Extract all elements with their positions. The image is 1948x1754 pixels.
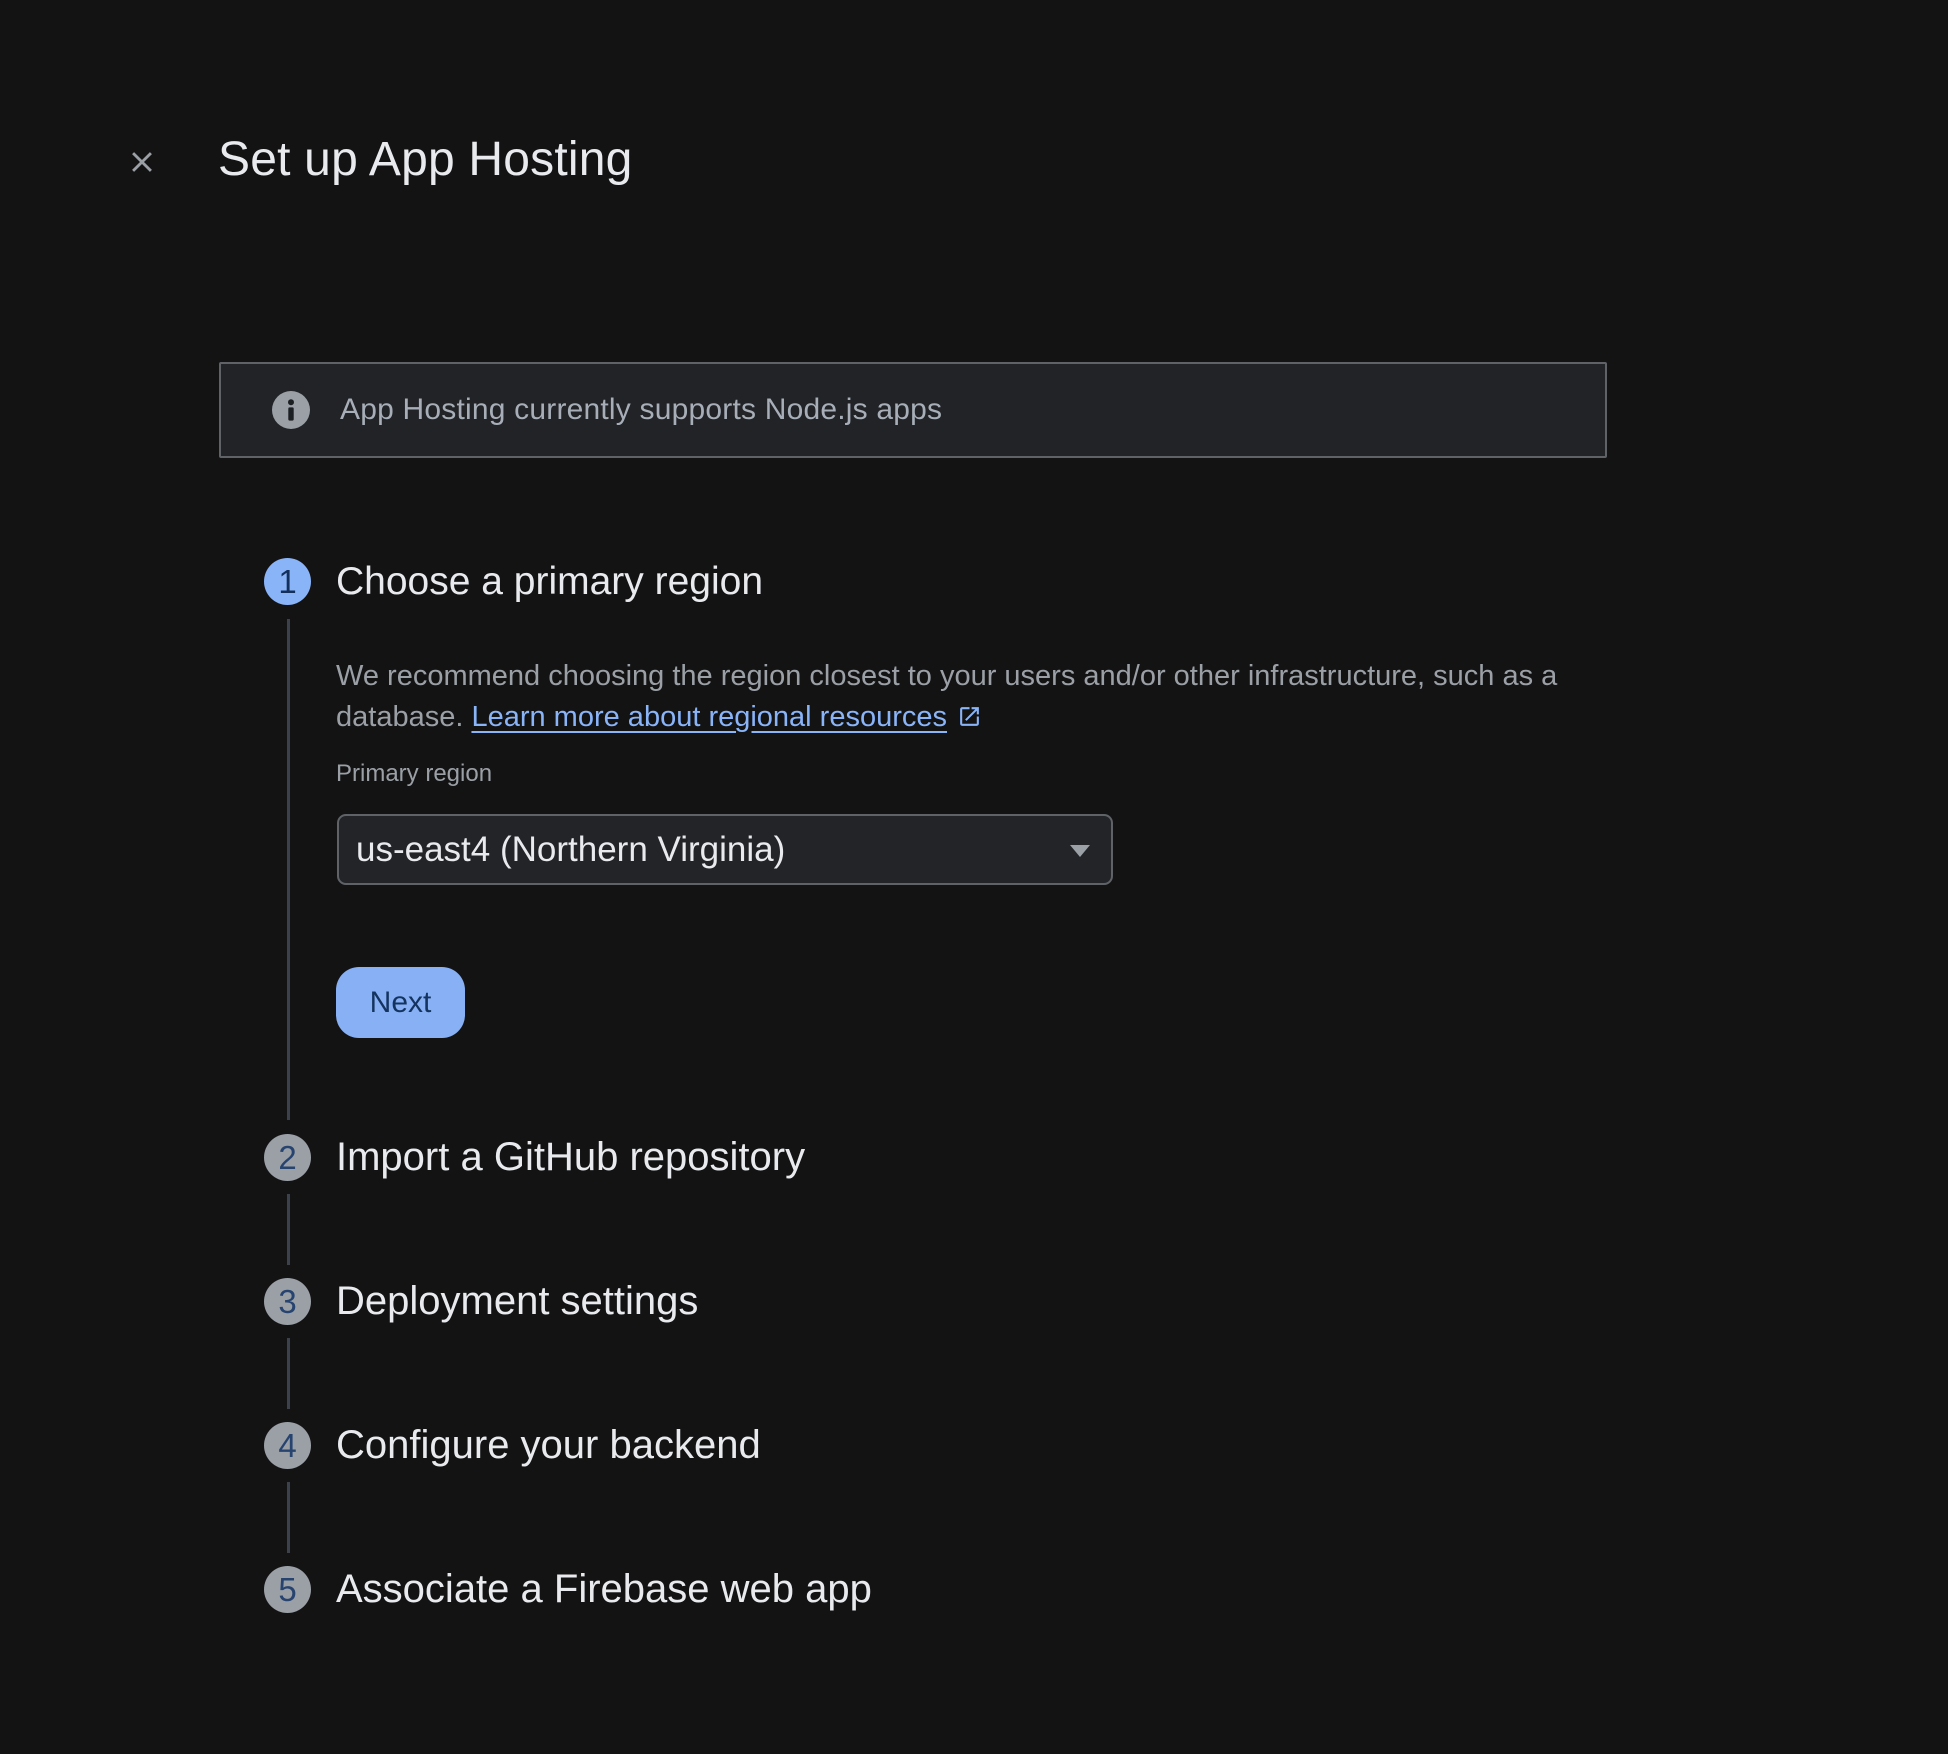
info-icon [272, 391, 310, 429]
step-label-configure-backend: Configure your backend [336, 1422, 761, 1469]
primary-region-selected-value: us-east4 (Northern Virginia) [356, 830, 785, 870]
stepper-connector-2 [287, 1194, 290, 1265]
region-description: We recommend choosing the region closest… [336, 656, 1636, 738]
page-title: Set up App Hosting [218, 132, 633, 188]
dropdown-arrow-icon [1070, 845, 1090, 857]
step-label-choose-region: Choose a primary region [336, 558, 763, 605]
stepper-connector-4 [287, 1482, 290, 1553]
banner-text: App Hosting currently supports Node.js a… [340, 393, 942, 427]
info-banner: App Hosting currently supports Node.js a… [219, 362, 1607, 458]
primary-region-label: Primary region [336, 760, 492, 788]
step-label-deployment-settings: Deployment settings [336, 1278, 698, 1325]
close-icon [125, 145, 159, 179]
step-indicator-2: 2 [264, 1134, 311, 1181]
step-indicator-4: 4 [264, 1422, 311, 1469]
external-link-icon [957, 704, 982, 729]
primary-region-select[interactable]: us-east4 (Northern Virginia) [337, 814, 1113, 885]
stepper-connector-3 [287, 1338, 290, 1409]
step-label-associate-webapp: Associate a Firebase web app [336, 1566, 872, 1613]
description-line-1: We recommend choosing the region closest… [336, 660, 1557, 692]
learn-more-link-text: Learn more about regional resources [471, 701, 947, 733]
description-line-2: database. [336, 701, 463, 733]
next-button[interactable]: Next [336, 967, 465, 1038]
step-indicator-1: 1 [264, 558, 311, 605]
step-label-import-repo: Import a GitHub repository [336, 1134, 805, 1181]
stepper-connector-1 [287, 619, 290, 1120]
step-indicator-5: 5 [264, 1566, 311, 1613]
close-button[interactable] [121, 141, 163, 183]
step-indicator-3: 3 [264, 1278, 311, 1325]
learn-more-link[interactable]: Learn more about regional resources [471, 701, 982, 733]
